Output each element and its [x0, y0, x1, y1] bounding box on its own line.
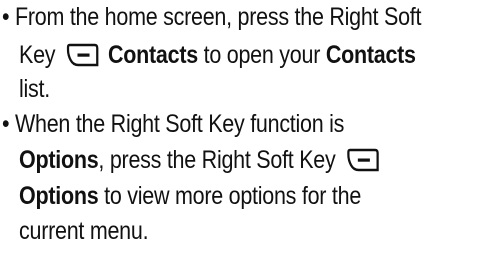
bullet-2-line-2: Options, press the Right Soft Key — [19, 144, 383, 176]
contacts-softkey-label: Contacts — [108, 41, 198, 69]
bullet-2-line-2-rest: , press the Right Soft Key — [98, 146, 336, 174]
bullet-2-line-1: • When the Right Soft Key function is — [2, 108, 344, 140]
bullet-1-line-2: Key Contacts to open your Contacts — [19, 39, 416, 71]
right-soft-key-icon — [346, 147, 379, 173]
options-softkey-label: Options — [19, 182, 99, 210]
instruction-document: • From the home screen, press the Right … — [0, 0, 484, 257]
bullet-1-key-text: Key — [19, 41, 56, 69]
right-soft-key-icon — [66, 42, 99, 68]
bullet-2-line-3: Options to view more options for the — [19, 180, 361, 212]
bullet-1-line-3-text: list. — [19, 75, 50, 103]
bullet-2-line-4-text: current menu. — [19, 217, 149, 245]
bullet-1-line-1-text: From the home screen, press the Right So… — [14, 3, 422, 31]
bullet-1-line-1: • From the home screen, press the Right … — [2, 1, 421, 33]
options-function-label: Options — [19, 146, 99, 174]
bullet-1-line-3: list. — [19, 73, 50, 105]
bullet-2-line-3-rest: to view more options for the — [104, 182, 362, 210]
bullet-2-line-4: current menu. — [19, 215, 149, 247]
contacts-list-label: Contacts — [325, 41, 416, 69]
bullet-glyph: • — [2, 110, 10, 138]
bullet-2-line-1-text: When the Right Soft Key function is — [14, 110, 345, 138]
bullet-1-line-2-mid: to open your — [203, 41, 321, 69]
bullet-glyph: • — [2, 3, 10, 31]
